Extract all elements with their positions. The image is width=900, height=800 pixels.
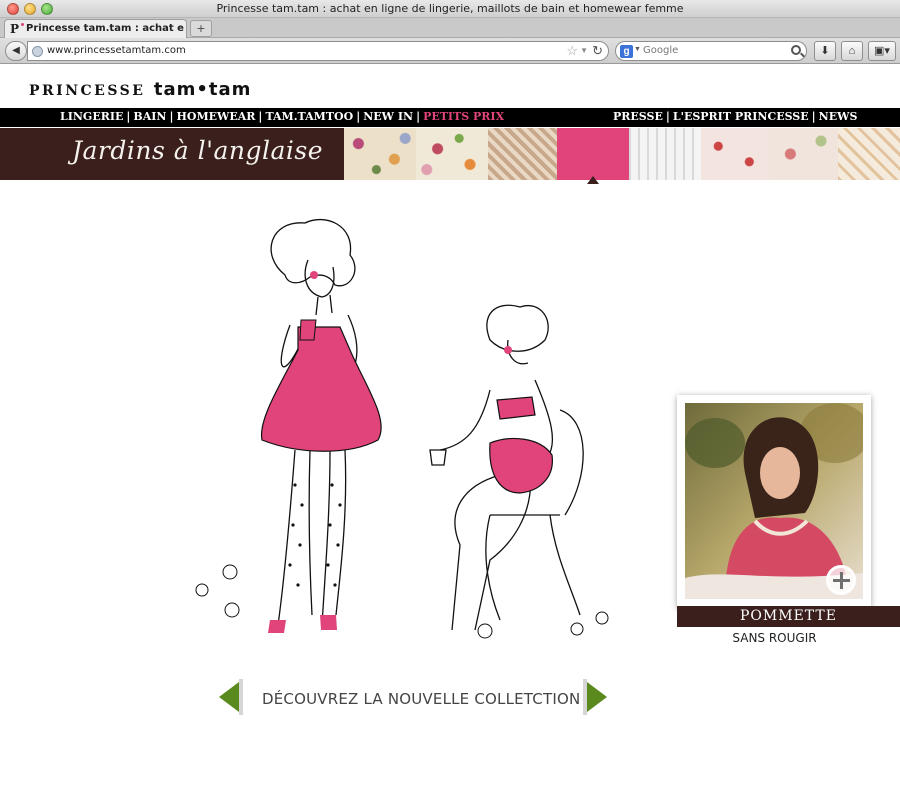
- url-text: www.princessetamtam.com: [47, 45, 186, 56]
- address-bar[interactable]: www.princessetamtam.com ☆ ▼ ↻: [27, 41, 609, 61]
- nav-separator: |: [665, 110, 670, 123]
- fabric-swatch-floral-1[interactable]: [344, 128, 416, 180]
- nav-item-esprit-princesse[interactable]: L'ESPRIT PRINCESSE: [673, 110, 809, 123]
- favicon-icon: P: [10, 23, 24, 35]
- search-engine-dropdown-icon[interactable]: ▼: [634, 46, 641, 53]
- window-titlebar: Princesse tam.tam : achat en ligne de li…: [0, 0, 900, 18]
- nav-item-homewear[interactable]: HOMEWEAR: [176, 110, 255, 123]
- fashion-illustration: [195, 218, 609, 639]
- window-title: Princesse tam.tam : achat en ligne de li…: [216, 2, 684, 15]
- nav-separator: |: [356, 110, 361, 123]
- fabric-swatch-rose-print[interactable]: [770, 128, 838, 180]
- product-name: POMMETTE: [740, 608, 837, 624]
- nav-item-news[interactable]: NEWS: [819, 110, 858, 123]
- tab-bar: P Princesse tam.tam : achat en lig... +: [0, 18, 900, 38]
- product-name-bar[interactable]: POMMETTE: [677, 606, 900, 627]
- nav-separator: |: [258, 110, 263, 123]
- site-identity-icon[interactable]: [32, 46, 43, 57]
- back-button[interactable]: ◀: [5, 41, 27, 61]
- nav-item-tamtamtoo[interactable]: TAM.TAMTOO: [265, 110, 353, 123]
- collection-banner: Jardins à l'anglaise: [0, 128, 900, 180]
- downloads-button[interactable]: ⬇: [814, 41, 836, 61]
- product-subtitle[interactable]: SANS ROUGIR: [677, 631, 872, 645]
- bookmarks-menu-button[interactable]: ▣▾: [868, 41, 896, 61]
- new-tab-button[interactable]: +: [190, 20, 212, 37]
- banner-title-panel: Jardins à l'anglaise: [0, 128, 344, 180]
- fabric-swatch-pink-selected[interactable]: [557, 128, 629, 180]
- nav-item-bain[interactable]: BAIN: [133, 110, 166, 123]
- browser-tab[interactable]: P Princesse tam.tam : achat en lig...: [4, 19, 187, 38]
- site-logo[interactable]: PRINCESSE tam•tam: [29, 79, 251, 100]
- history-dropdown-icon[interactable]: ▼: [580, 46, 588, 55]
- next-arrow-icon[interactable]: [583, 679, 607, 715]
- fabric-swatch-floral-2[interactable]: [416, 128, 488, 180]
- logo-word-princesse: PRINCESSE: [29, 83, 146, 99]
- logo-word-tamtam: tam•tam: [153, 79, 252, 100]
- nav-right-group: PRESSE | L'ESPRIT PRINCESSE | NEWS: [613, 110, 857, 123]
- browser-toolbar: ◀ www.princessetamtam.com ☆ ▼ ↻ g ▼ Goog…: [0, 38, 900, 64]
- nav-separator: |: [169, 110, 174, 123]
- reload-icon[interactable]: ↻: [592, 43, 603, 59]
- main-navigation: LINGERIE | BAIN | HOMEWEAR | TAM.TAMTOO | NEW IN…: [0, 108, 900, 127]
- nav-item-lingerie[interactable]: LINGERIE: [60, 110, 123, 123]
- nav-left-group: LINGERIE | BAIN | HOMEWEAR | TAM.TAMTOO | NEW IN…: [60, 110, 504, 123]
- fabric-swatch-toile-red[interactable]: [701, 128, 770, 180]
- search-icon[interactable]: [791, 45, 801, 55]
- fabric-swatch-diamond[interactable]: [838, 128, 900, 180]
- search-bar[interactable]: g ▼ Google: [615, 41, 807, 61]
- bookmark-star-icon[interactable]: ☆: [566, 43, 578, 59]
- fabric-swatch-brown-pattern[interactable]: [488, 128, 557, 180]
- nav-item-new-in[interactable]: NEW IN: [363, 110, 413, 123]
- search-input[interactable]: Google: [643, 45, 678, 56]
- home-button[interactable]: ⌂: [841, 41, 863, 61]
- fabric-swatch-toile-grey[interactable]: [629, 128, 701, 180]
- previous-arrow-icon[interactable]: [219, 679, 243, 715]
- nav-separator: |: [126, 110, 131, 123]
- nav-separator: |: [811, 110, 816, 123]
- discover-collection-link[interactable]: DÉCOUVREZ LA NOUVELLE COLLETCTION: [262, 690, 580, 708]
- nav-separator: |: [416, 110, 421, 123]
- nav-item-presse[interactable]: PRESSE: [613, 110, 663, 123]
- tab-title: Princesse tam.tam : achat en lig...: [26, 23, 184, 34]
- google-engine-icon[interactable]: g: [620, 45, 633, 58]
- banner-title: Jardins à l'anglaise: [72, 136, 324, 165]
- zoom-icon[interactable]: [826, 565, 856, 595]
- nav-item-petits-prix[interactable]: PETITS PRIX: [423, 110, 504, 123]
- selected-swatch-pointer-icon: [587, 176, 599, 184]
